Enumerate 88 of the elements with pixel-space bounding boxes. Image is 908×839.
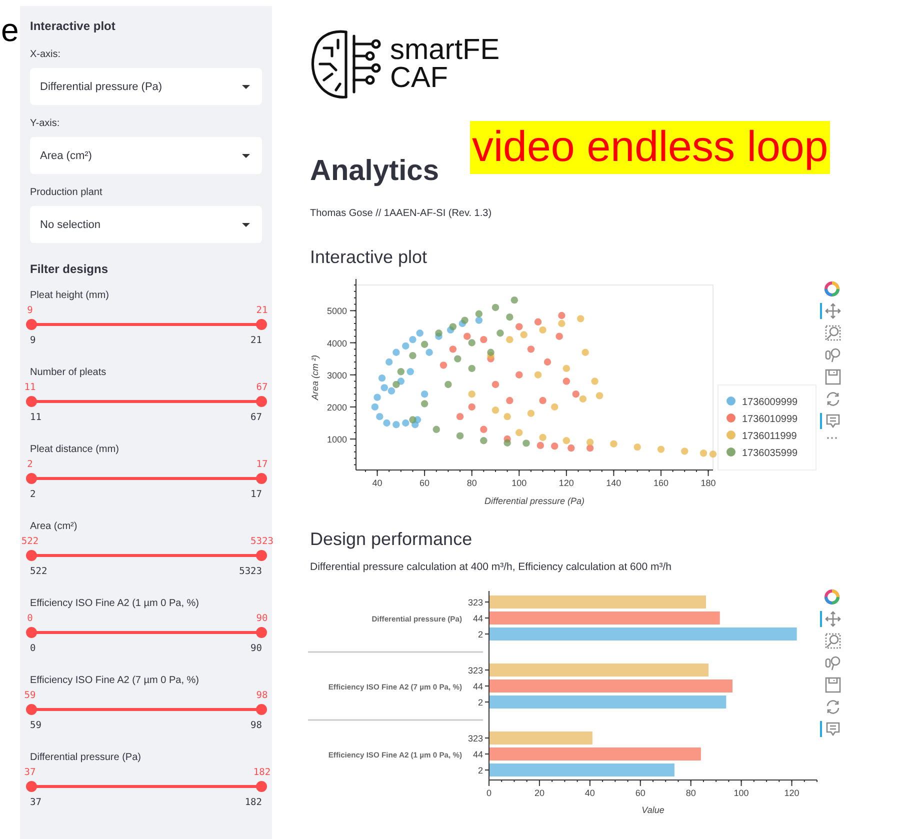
tick-label: 2 — [478, 630, 483, 640]
slider-max: 21 — [250, 335, 262, 346]
tick-label: 5000 — [326, 306, 347, 316]
cut-off-letter: e — [1, 14, 19, 46]
logo-text: CAF — [390, 64, 449, 92]
slider-value: 21 — [256, 305, 268, 316]
slider-value: 67 — [256, 382, 268, 393]
tick-label: 80 — [466, 478, 477, 488]
x-axis-title: Value — [642, 805, 664, 815]
annotation-label: video endless loop — [470, 121, 830, 174]
tick-label: 3000 — [326, 370, 347, 380]
page-title: Analytics — [310, 154, 440, 189]
slider-max: 98 — [250, 720, 262, 731]
chart-caption: Differential pressure calculation at 400 m³/h, Efficiency calculation at 600 m³/h — [310, 561, 672, 573]
legend-label: 1736035999 — [742, 448, 798, 459]
section-heading: Design performance — [310, 528, 474, 551]
legend-label: 1736009999 — [742, 397, 798, 408]
logo-text: smartFE — [390, 36, 500, 64]
slider-value: 0 — [27, 613, 33, 624]
tick-label: 2 — [478, 766, 483, 776]
tick-label: 2000 — [326, 402, 347, 412]
legend-label: 1736011999 — [742, 431, 797, 442]
slider-value: 182 — [253, 767, 271, 778]
tick-label: 60 — [420, 478, 430, 488]
tick-label: 323 — [468, 666, 483, 676]
tick-label: 44 — [472, 682, 483, 692]
tick-label: 323 — [468, 734, 483, 744]
tick-label: 100 — [734, 788, 749, 798]
slider-label: Pleat height (mm) — [30, 289, 110, 303]
slider-label: Efficiency ISO Fine A2 (7 µm 0 Pa, %) — [30, 674, 200, 688]
tick-label: 4000 — [326, 338, 347, 348]
y-axis-title: Area (cm ²) — [310, 355, 320, 400]
legend-label: 1736010999 — [742, 414, 798, 425]
x-axis-title: Differential pressure (Pa) — [484, 496, 585, 506]
tick-label: 160 — [653, 478, 668, 488]
slider-max: 67 — [250, 412, 262, 423]
tick-label: 180 — [700, 478, 716, 488]
slider-max: 182 — [244, 797, 262, 808]
slider-label: Area (cm²) — [30, 520, 78, 534]
select-label: Production plant — [30, 186, 104, 200]
slider-value: 11 — [24, 382, 36, 393]
sidebar-heading: Interactive plot — [30, 18, 116, 35]
tick-label: 80 — [686, 788, 696, 798]
author-caption: Thomas Gose // 1AAEN-AF-SI (Rev. 1.3) — [310, 208, 493, 219]
tick-label: 323 — [468, 598, 483, 608]
select-dropdown[interactable]: Differential pressure (Pa) — [30, 68, 262, 105]
slider-min: 522 — [30, 566, 48, 577]
tick-label: 20 — [534, 788, 544, 798]
slider-value: 9 — [27, 305, 33, 316]
slider-label: Number of pleats — [30, 366, 108, 380]
tick-label: 40 — [584, 788, 595, 798]
section-heading: Interactive plot — [310, 246, 428, 269]
sidebar-heading: Filter designs — [30, 261, 110, 278]
slider-min: 11 — [30, 412, 42, 423]
slider-min: 59 — [30, 720, 42, 731]
tick-label: 0 — [486, 788, 492, 798]
slider-value: 17 — [256, 459, 268, 470]
slider-value: 98 — [256, 690, 268, 701]
slider-value: 522 — [21, 536, 39, 547]
tick-label: 40 — [372, 478, 382, 488]
slider-label: Differential pressure (Pa) — [30, 751, 142, 765]
slider-min: 37 — [30, 797, 42, 808]
select-dropdown[interactable]: No selection — [30, 206, 262, 243]
slider-min: 2 — [30, 489, 36, 500]
select-label: Y-axis: — [30, 117, 61, 131]
tick-label: 60 — [635, 788, 646, 798]
tick-label: 1000 — [326, 434, 347, 445]
tick-label: 120 — [558, 478, 574, 488]
slider-max: 90 — [250, 643, 262, 654]
slider-value: 5323 — [250, 536, 274, 547]
select-dropdown[interactable]: Area (cm²) — [30, 137, 262, 174]
tick-label: 100 — [512, 478, 527, 488]
slider-max: 5323 — [239, 566, 262, 577]
select-label: X-axis: — [30, 48, 62, 62]
slider-value: 59 — [24, 690, 36, 701]
slider-min: 9 — [30, 335, 36, 346]
tick-label: 44 — [472, 750, 483, 760]
tick-label: 44 — [472, 614, 483, 624]
slider-min: 0 — [30, 643, 36, 654]
tick-label: 140 — [606, 478, 622, 488]
slider-value: 37 — [24, 767, 36, 778]
slider-label: Pleat distance (mm) — [30, 443, 120, 457]
tick-label: 2 — [478, 698, 483, 708]
slider-label: Efficiency ISO Fine A2 (1 µm 0 Pa, %) — [30, 597, 200, 611]
slider-value: 90 — [256, 613, 268, 624]
tick-label: 120 — [784, 788, 800, 798]
slider-value: 2 — [27, 459, 33, 470]
slider-max: 17 — [250, 489, 262, 500]
